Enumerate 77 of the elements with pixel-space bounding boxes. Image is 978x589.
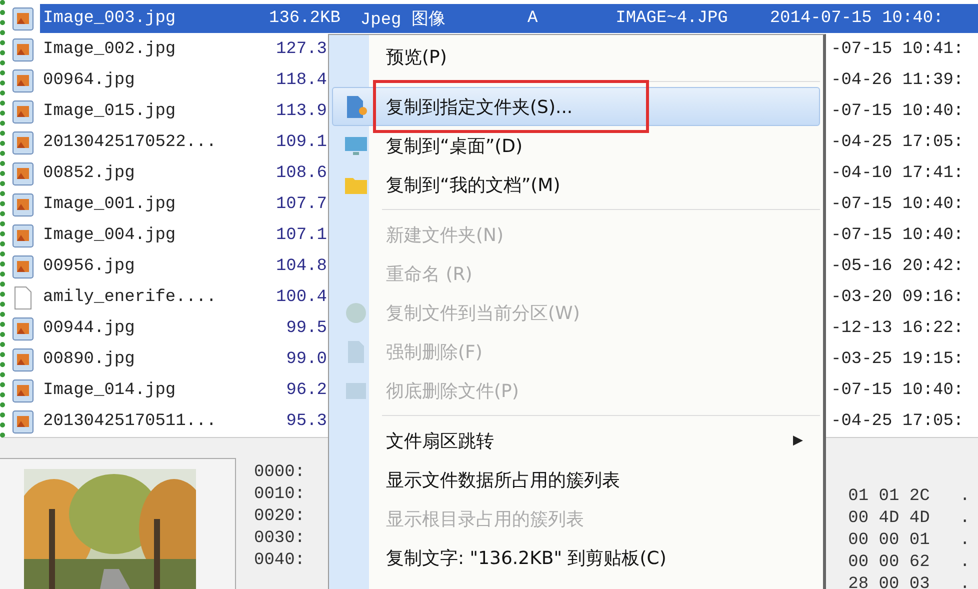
ascii-char: . — [960, 486, 970, 508]
file-size: 99.5 — [285, 319, 327, 338]
file-type: Jpeg 图像 — [360, 10, 446, 30]
file-size: 118.4 — [274, 71, 327, 90]
ascii-char: . — [960, 574, 970, 589]
file-name: Image_014.jpg — [42, 381, 177, 400]
hex-bytes: 00 00 01 — [848, 530, 930, 552]
file-date: -04-26 11:39: — [831, 71, 964, 90]
hex-bytes: 00 00 62 — [848, 552, 930, 574]
short-name: IMAGE~4.JPG — [616, 9, 728, 28]
file-name: 20130425170511... — [42, 412, 218, 431]
file-date: -04-10 17:41: — [831, 164, 964, 183]
file-size: 96.2 — [285, 381, 327, 400]
hex-offset: 0000: — [254, 462, 306, 484]
ascii-char: . — [960, 552, 970, 574]
menu-item[interactable]: 显示文件数据所占用的簇列表 — [332, 460, 820, 499]
file-date: -03-20 09:16: — [831, 288, 964, 307]
file-size: 113.9 — [274, 102, 327, 121]
hex-offset: 0040: — [254, 550, 306, 572]
document-arrow-icon — [344, 94, 368, 118]
file-date: -04-25 17:05: — [831, 412, 964, 431]
file-size: 127.3 — [274, 40, 327, 59]
file-size: 95.3 — [285, 412, 327, 431]
hex-bytes: 01 01 2C — [848, 486, 930, 508]
file-name: Image_001.jpg — [42, 195, 177, 214]
file-name: 20130425170522... — [42, 133, 218, 152]
image-file-icon — [12, 254, 34, 278]
image-file-icon — [12, 192, 34, 216]
image-file-icon — [12, 68, 34, 92]
menu-item[interactable]: 复制到“我的文档”(M) — [332, 165, 820, 204]
image-file-icon — [12, 224, 34, 248]
file-date: -12-13 16:22: — [831, 319, 964, 338]
file-size: 100.4 — [274, 288, 327, 307]
file-attribute: A — [527, 9, 538, 28]
file-name: 00956.jpg — [42, 257, 136, 276]
hex-bytes: 28 00 03 — [848, 574, 930, 589]
file-size: 136.2KB — [269, 9, 340, 28]
file-name: Image_004.jpg — [42, 226, 177, 245]
image-file-icon — [12, 162, 34, 186]
file-size: 109.1 — [274, 133, 327, 152]
disc-icon — [344, 300, 368, 324]
image-file-icon — [12, 378, 34, 402]
file-name: amily_enerife.... — [42, 288, 218, 307]
image-file-icon — [12, 316, 34, 340]
hex-offset: 0010: — [254, 484, 306, 506]
file-name: 00944.jpg — [42, 319, 136, 338]
file-date: -07-15 10:40: — [831, 195, 964, 214]
menu-item[interactable]: 复制文字: "136.2KB" 到剪贴板(C) — [332, 538, 820, 577]
file-name: 00890.jpg — [42, 350, 136, 369]
file-size: 107.7 — [274, 195, 327, 214]
menu-item[interactable]: 预览(P) — [332, 37, 820, 76]
file-size: 107.1 — [274, 226, 327, 245]
menu-item[interactable]: 文件扇区跳转 ▶ — [332, 421, 820, 460]
ascii-char: . — [960, 530, 970, 552]
image-file-icon — [12, 38, 34, 62]
menu-item[interactable]: 复制到“桌面”(D) — [332, 126, 820, 165]
file-name: 00964.jpg — [42, 71, 136, 90]
file-name: 00852.jpg — [42, 164, 136, 183]
file-size: 99.0 — [285, 350, 327, 369]
hex-offset: 0020: — [254, 506, 306, 528]
file-size: 104.8 — [274, 257, 327, 276]
file-date: 2014-07-15 10:40: — [770, 9, 944, 28]
menu-item[interactable]: 复制到指定文件夹(S)... — [332, 87, 820, 126]
hex-bytes: 00 4D 4D — [848, 508, 930, 530]
image-file-icon — [12, 410, 34, 434]
file-name: Image_002.jpg — [42, 40, 177, 59]
file-size: 108.6 — [274, 164, 327, 183]
image-file-icon — [12, 130, 34, 154]
image-file-icon — [12, 348, 34, 372]
file-row[interactable]: Image_003.jpg 136.2KB Jpeg 图像 A IMAGE~4.JPG 2014-07-15 10:40: — [40, 4, 978, 33]
image-file-icon — [12, 100, 34, 124]
file-name: Image_015.jpg — [42, 102, 177, 121]
hex-offset: 0030: — [254, 528, 306, 550]
file-name: Image_003.jpg — [42, 9, 177, 28]
image-file-icon — [12, 6, 34, 30]
ascii-char: . — [960, 508, 970, 530]
blank-file-icon — [12, 286, 34, 310]
